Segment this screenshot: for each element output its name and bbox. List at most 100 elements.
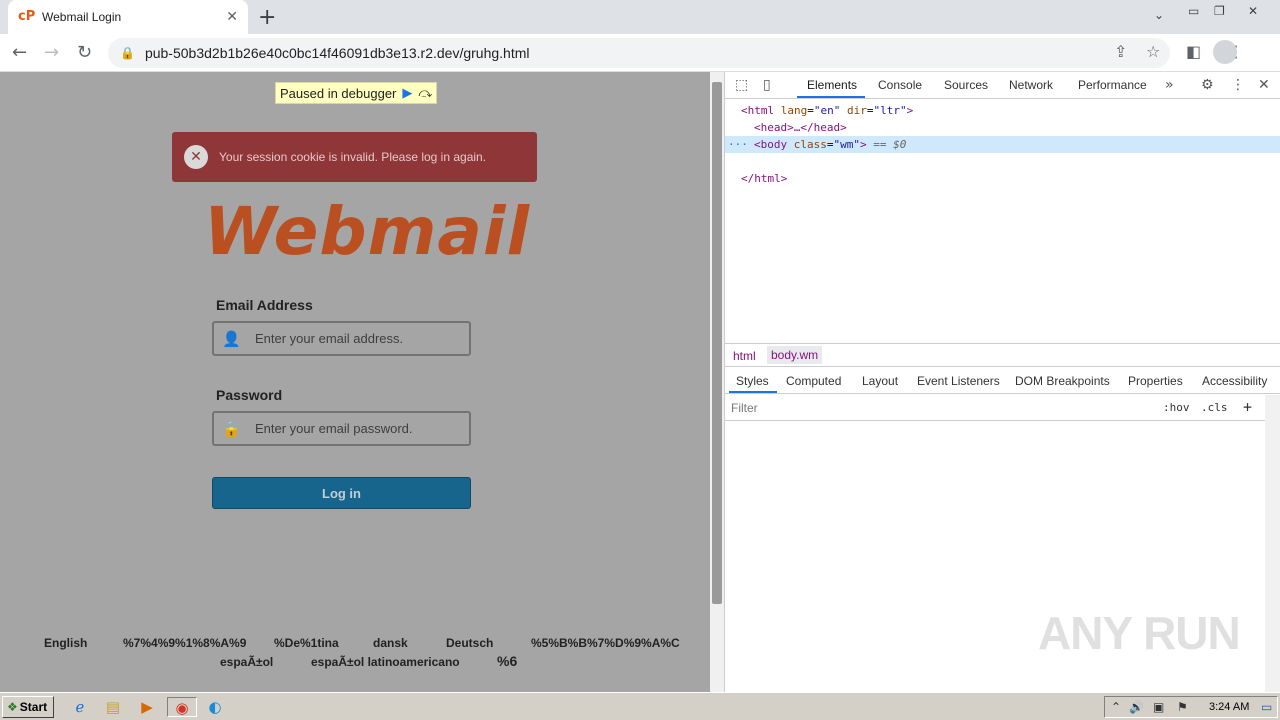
styles-scrollbar[interactable] xyxy=(1265,395,1280,692)
edge-icon[interactable]: ◐ xyxy=(205,697,225,717)
windows-taskbar: ❖ Start ℯ ▤ ▶ ◉ ◐ ⌃ 🔊 ▣ ⚑ 3:24 AM ▭ xyxy=(0,692,1280,720)
scrollbar-thumb[interactable] xyxy=(712,82,722,604)
tab-event-listeners[interactable]: Event Listeners xyxy=(917,374,1000,388)
new-style-rule-icon[interactable]: + xyxy=(1243,398,1252,416)
browser-tab[interactable]: cP Webmail Login ✕ xyxy=(8,0,248,34)
step-over-icon[interactable]: ⤼ xyxy=(418,86,432,101)
alert-message: Your session cookie is invalid. Please l… xyxy=(219,150,487,164)
more-options-icon[interactable]: ⋮ xyxy=(1231,77,1245,93)
lang-link[interactable]: English xyxy=(44,636,87,650)
close-devtools-icon[interactable]: ✕ xyxy=(1258,77,1270,93)
user-icon: 👤 xyxy=(222,329,241,348)
tab-bar: cP Webmail Login ✕ + ⌄ ▭ ❐ ✕ xyxy=(0,0,1280,34)
start-button[interactable]: ❖ Start xyxy=(2,696,54,718)
reload-icon[interactable]: ↻ xyxy=(77,42,92,63)
styles-subtabs: Styles Computed Layout Event Listeners D… xyxy=(725,368,1280,394)
profile-avatar[interactable] xyxy=(1213,40,1237,64)
error-icon: ✕ xyxy=(184,145,208,169)
login-button[interactable]: Log in xyxy=(212,477,471,509)
email-label: Email Address xyxy=(216,297,313,313)
tab-styles[interactable]: Styles xyxy=(736,374,769,388)
url-text: pub-50b3d2b1b26e40c0bc14f46091db3e13.r2.… xyxy=(144,45,530,61)
email-input[interactable] xyxy=(255,331,455,346)
webmail-logo: Webmail xyxy=(204,193,531,270)
password-input[interactable] xyxy=(255,421,455,436)
page-scrollbar[interactable] xyxy=(710,72,724,692)
start-label: Start xyxy=(19,700,48,714)
inspect-element-icon[interactable]: ⬚ xyxy=(735,77,748,93)
tab-properties[interactable]: Properties xyxy=(1128,374,1183,388)
dom-node-html[interactable]: <html lang="en" dir="ltr"> xyxy=(741,102,913,119)
tab-search-icon[interactable]: ⌄ xyxy=(1154,8,1164,22)
email-field-wrap: 👤 xyxy=(212,321,471,356)
lang-link[interactable]: espaÃ±ol xyxy=(220,655,273,669)
chrome-icon[interactable]: ◉ xyxy=(167,697,197,717)
crumb-html[interactable]: html xyxy=(733,349,756,363)
explorer-folder-icon[interactable]: ▤ xyxy=(103,697,123,717)
lang-link[interactable]: %De%1tina xyxy=(274,636,339,650)
address-bar[interactable]: 🔒 pub-50b3d2b1b26e40c0bc14f46091db3e13.r… xyxy=(108,38,1170,68)
debugger-banner: Paused in debugger ▶ ⤼ xyxy=(275,82,438,104)
side-panel-icon[interactable]: ◧ xyxy=(1186,42,1201,61)
lang-link[interactable]: %6 xyxy=(497,653,517,669)
lang-link[interactable]: dansk xyxy=(373,636,408,650)
anyrun-watermark: ANY RUN xyxy=(1038,607,1241,659)
tab-accessibility[interactable]: Accessibility xyxy=(1202,374,1267,388)
debugger-text: Paused in debugger xyxy=(280,85,397,101)
dom-node-html-close[interactable]: </html> xyxy=(741,170,787,187)
web-page: Paused in debugger ▶ ⤼ ✕ Your session co… xyxy=(0,72,710,692)
tab-title: Webmail Login xyxy=(42,10,122,24)
clock: 3:24 AM xyxy=(1209,701,1250,713)
cpanel-favicon-icon: cP xyxy=(18,9,36,24)
active-subtab-indicator xyxy=(729,391,777,393)
tab-console[interactable]: Console xyxy=(878,78,922,92)
devtools-panel: ⬚ ▯ Elements Console Sources Network Per… xyxy=(724,72,1280,692)
more-tabs-icon[interactable]: » xyxy=(1165,77,1174,93)
new-tab-icon[interactable]: + xyxy=(258,5,276,30)
resume-icon[interactable]: ▶ xyxy=(402,86,412,101)
forward-icon[interactable]: → xyxy=(44,42,59,63)
windows-logo-icon: ❖ xyxy=(7,700,18,714)
ie-icon[interactable]: ℯ xyxy=(70,697,90,717)
error-alert: ✕ Your session cookie is invalid. Please… xyxy=(172,132,537,182)
device-toolbar-icon[interactable]: ▯ xyxy=(763,77,771,93)
show-desktop-icon[interactable]: ▭ xyxy=(1261,700,1272,714)
network-icon[interactable]: ▣ xyxy=(1153,700,1164,714)
system-tray: ⌃ 🔊 ▣ ⚑ 3:24 AM ▭ xyxy=(1104,696,1278,718)
dom-node-head[interactable]: <head>…</head> xyxy=(754,119,847,136)
tab-performance[interactable]: Performance xyxy=(1078,78,1147,92)
volume-icon[interactable]: 🔊 xyxy=(1129,700,1144,714)
dom-ellipsis-icon[interactable]: ··· xyxy=(728,136,748,153)
lang-link[interactable]: Deutsch xyxy=(446,636,493,650)
back-icon[interactable]: ← xyxy=(12,42,27,63)
cls-toggle[interactable]: .cls xyxy=(1201,401,1228,414)
tray-expand-icon[interactable]: ⌃ xyxy=(1111,700,1121,714)
action-center-flag-icon[interactable]: ⚑ xyxy=(1177,700,1188,714)
settings-gear-icon[interactable]: ⚙ xyxy=(1201,77,1214,93)
lang-link[interactable]: espaÃ±ol latinoamericano xyxy=(311,655,460,669)
active-tab-indicator xyxy=(797,96,865,98)
lang-link[interactable]: %5%B%B%7%D%9%A%C xyxy=(531,636,680,650)
breadcrumb: html body.wm xyxy=(725,343,1280,367)
tab-computed[interactable]: Computed xyxy=(786,374,841,388)
restore-icon[interactable]: ❐ xyxy=(1214,4,1225,18)
hov-toggle[interactable]: :hov xyxy=(1163,401,1190,414)
media-player-icon[interactable]: ▶ xyxy=(137,697,157,717)
devtools-tabs: ⬚ ▯ Elements Console Sources Network Per… xyxy=(725,72,1280,99)
styles-filter-bar: :hov .cls + xyxy=(725,395,1265,421)
share-icon[interactable]: ⇪ xyxy=(1114,42,1127,61)
crumb-body[interactable]: body.wm xyxy=(767,346,823,364)
lang-link[interactable]: %7%4%9%1%8%A%9 xyxy=(123,636,246,650)
tab-dom-breakpoints[interactable]: DOM Breakpoints xyxy=(1015,374,1110,388)
tab-network[interactable]: Network xyxy=(1009,78,1053,92)
tab-elements[interactable]: Elements xyxy=(807,78,857,92)
styles-filter-input[interactable] xyxy=(731,398,1151,418)
close-window-icon[interactable]: ✕ xyxy=(1248,4,1258,18)
tab-sources[interactable]: Sources xyxy=(944,78,988,92)
tab-layout[interactable]: Layout xyxy=(862,374,898,388)
minimize-icon[interactable]: ▭ xyxy=(1188,4,1199,18)
bookmark-star-icon[interactable]: ☆ xyxy=(1146,42,1160,61)
password-label: Password xyxy=(216,387,283,403)
dom-node-body[interactable]: <body class="wm"> == $0 xyxy=(754,136,906,153)
tab-close-icon[interactable]: ✕ xyxy=(226,9,238,25)
